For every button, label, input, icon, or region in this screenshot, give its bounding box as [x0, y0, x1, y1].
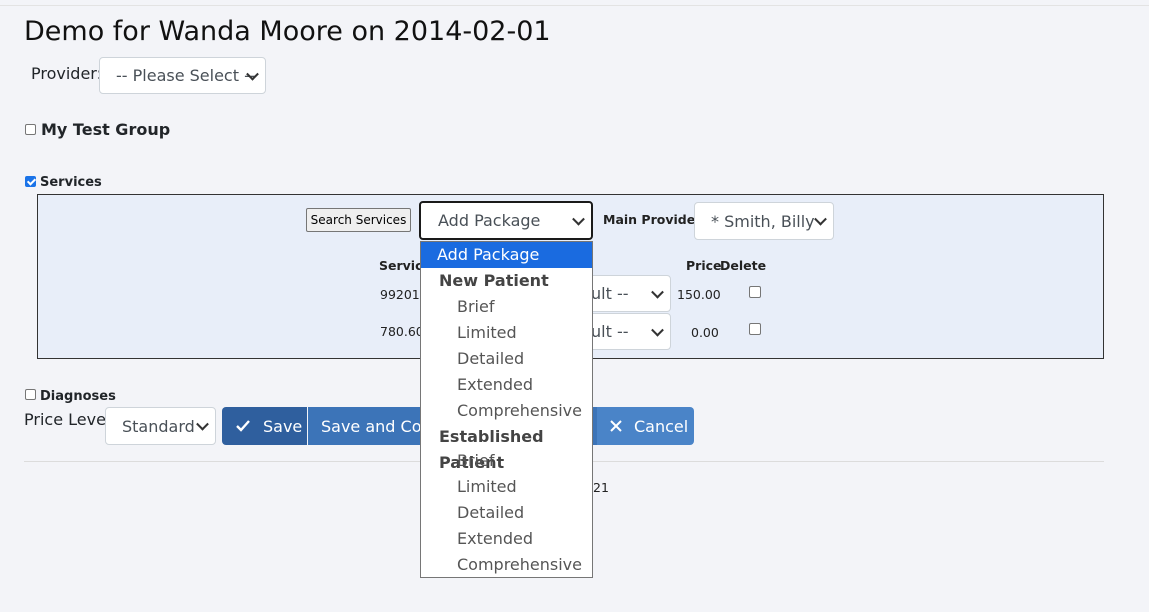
dropdown-option[interactable]: Extended	[421, 526, 592, 552]
page-title: Demo for Wanda Moore on 2014-02-01	[24, 16, 551, 47]
dropdown-option[interactable]: Detailed	[421, 500, 592, 526]
dropdown-option[interactable]: Limited	[421, 474, 592, 500]
diagnoses-label: Diagnoses	[40, 389, 116, 404]
main-provider-select-value: * Smith, Billy	[711, 211, 815, 231]
service-level-value: ult --	[591, 322, 629, 341]
price-level-select[interactable]: Standard	[105, 407, 216, 445]
check-icon	[236, 420, 250, 432]
chevron-down-icon	[572, 212, 585, 226]
chevron-down-icon	[814, 212, 827, 226]
dropdown-option[interactable]: Limited	[421, 320, 592, 346]
dropdown-group-new-patient: New Patient	[439, 271, 549, 290]
service-level-value: ult --	[591, 284, 629, 303]
dropdown-option[interactable]: Comprehensive	[421, 398, 592, 424]
main-provider-label: Main Provider:	[603, 212, 707, 227]
delete-checkbox[interactable]	[749, 286, 761, 298]
save-button-label: Save	[263, 416, 303, 436]
chevron-down-icon	[196, 417, 209, 431]
package-dropdown-list: Add Package New Patient Brief Limited De…	[420, 241, 593, 578]
price-level-label: Price Level:	[24, 410, 116, 429]
service-code: 780.60	[380, 324, 424, 339]
service-price: 0.00	[691, 325, 719, 340]
dropdown-option[interactable]: Brief	[421, 448, 592, 474]
dropdown-option[interactable]: Brief	[421, 294, 592, 320]
provider-select[interactable]: -- Please Select --	[99, 57, 266, 94]
services-label: Services	[40, 175, 102, 190]
dropdown-option[interactable]: Extended	[421, 372, 592, 398]
top-divider	[0, 5, 1149, 6]
price-level-value: Standard	[122, 416, 195, 436]
my-test-group-checkbox[interactable]	[25, 124, 36, 135]
delete-checkbox[interactable]	[749, 323, 761, 335]
dropdown-group-established-patient: Established Patient	[439, 427, 544, 472]
provider-label: Provider:	[31, 64, 102, 83]
my-test-group-label: My Test Group	[41, 120, 171, 139]
service-code: 99201	[380, 287, 420, 302]
cancel-button[interactable]: Cancel	[597, 407, 694, 445]
chevron-down-icon	[651, 285, 664, 299]
dropdown-option[interactable]: Detailed	[421, 346, 592, 372]
footer-text: 21	[593, 480, 609, 495]
provider-select-value: -- Please Select --	[116, 66, 256, 85]
add-package-select[interactable]: Add Package	[419, 201, 593, 240]
services-checkbox[interactable]	[25, 176, 36, 187]
price-column-header: Price	[686, 258, 722, 273]
dropdown-option-add-package[interactable]: Add Package	[421, 242, 592, 268]
main-provider-select[interactable]: * Smith, Billy	[694, 202, 834, 240]
dropdown-option[interactable]: Comprehensive	[421, 552, 592, 578]
chevron-down-icon	[651, 323, 664, 337]
service-price: 150.00	[677, 287, 721, 302]
search-services-button[interactable]: Search Services	[306, 208, 411, 232]
save-button[interactable]: Save	[222, 407, 307, 445]
add-package-select-value: Add Package	[438, 211, 541, 230]
diagnoses-checkbox[interactable]	[25, 389, 36, 400]
close-icon	[610, 420, 622, 432]
delete-column-header: Delete	[720, 258, 767, 273]
cancel-button-label: Cancel	[634, 416, 689, 436]
